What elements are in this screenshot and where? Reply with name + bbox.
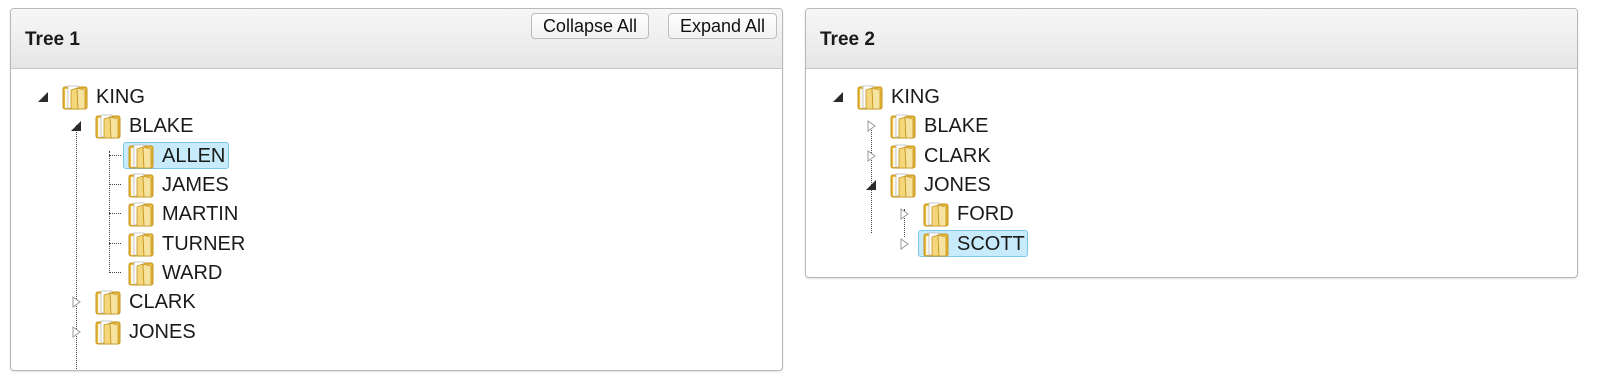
tree1-title: Tree 1 [25, 29, 80, 50]
collapse-all-button[interactable]: Collapse All [530, 13, 649, 39]
tree-node-ford[interactable]: FORD [806, 199, 1566, 229]
tree-node-clark[interactable]: CLARK [806, 141, 1566, 171]
triangle-expanded-icon[interactable] [864, 178, 878, 192]
tree-node-ward[interactable]: WARD [11, 258, 771, 288]
triangle-collapsed-icon[interactable] [864, 149, 878, 163]
triangle-collapsed-icon[interactable] [864, 119, 878, 133]
tree-node-label: KING [891, 86, 940, 108]
tree-node-blake[interactable]: BLAKE [11, 111, 771, 141]
triangle-collapsed-icon[interactable] [69, 325, 83, 339]
folder-icon [128, 200, 156, 228]
tree2-region: Tree 2 KING BLAKE CLARK JONES FORD SCOTT [805, 8, 1578, 278]
folder-icon [890, 171, 918, 199]
tree-node-blake[interactable]: BLAKE [806, 111, 1566, 141]
tree-node-scott[interactable]: SCOTT [806, 229, 1566, 259]
tree-node-label: WARD [162, 262, 223, 284]
folder-icon [857, 83, 885, 111]
folder-icon [128, 259, 156, 287]
folder-icon [62, 83, 90, 111]
tree-node-label: TURNER [162, 233, 246, 255]
tree2-header: Tree 2 [806, 9, 1577, 69]
folder-icon [95, 318, 123, 346]
triangle-expanded-icon[interactable] [36, 90, 50, 104]
tree-node-label: BLAKE [924, 115, 989, 137]
tree-node-label: KING [96, 86, 145, 108]
triangle-collapsed-icon[interactable] [69, 295, 83, 309]
tree1-region: Tree 1 Collapse All Expand All KING BLAK… [10, 8, 783, 371]
tree-node-king[interactable]: KING [11, 82, 771, 112]
tree-node-martin[interactable]: MARTIN [11, 199, 771, 229]
tree-node-clark[interactable]: CLARK [11, 287, 771, 317]
folder-icon [890, 142, 918, 170]
tree2-title: Tree 2 [820, 29, 875, 50]
tree-node-james[interactable]: JAMES [11, 170, 771, 200]
tree-node-label: JAMES [162, 174, 229, 196]
tree1-header: Tree 1 Collapse All Expand All [11, 9, 782, 69]
tree-node-label: MARTIN [162, 203, 239, 225]
tree-node-label: SCOTT [957, 233, 1025, 255]
folder-icon [128, 230, 156, 258]
triangle-collapsed-icon[interactable] [897, 207, 911, 221]
triangle-collapsed-icon[interactable] [897, 237, 911, 251]
triangle-expanded-icon[interactable] [831, 90, 845, 104]
tree-node-turner[interactable]: TURNER [11, 229, 771, 259]
tree-node-label: CLARK [924, 145, 991, 167]
tree-node-label: JONES [129, 321, 196, 343]
tree-node-label: FORD [957, 203, 1014, 225]
expand-all-button[interactable]: Expand All [667, 13, 777, 39]
folder-icon [95, 112, 123, 140]
folder-icon [128, 171, 156, 199]
folder-icon [128, 142, 156, 170]
folder-icon [95, 288, 123, 316]
tree-node-label: CLARK [129, 291, 196, 313]
triangle-expanded-icon[interactable] [69, 119, 83, 133]
folder-icon [890, 112, 918, 140]
tree-node-label: JONES [924, 174, 991, 196]
folder-icon [923, 230, 951, 258]
folder-icon [923, 200, 951, 228]
tree-node-jones[interactable]: JONES [806, 170, 1566, 200]
tree-node-label: BLAKE [129, 115, 194, 137]
tree-node-label: ALLEN [162, 145, 226, 167]
tree-node-king[interactable]: KING [806, 82, 1566, 112]
tree-node-jones[interactable]: JONES [11, 317, 771, 347]
tree-node-allen[interactable]: ALLEN [11, 141, 771, 171]
